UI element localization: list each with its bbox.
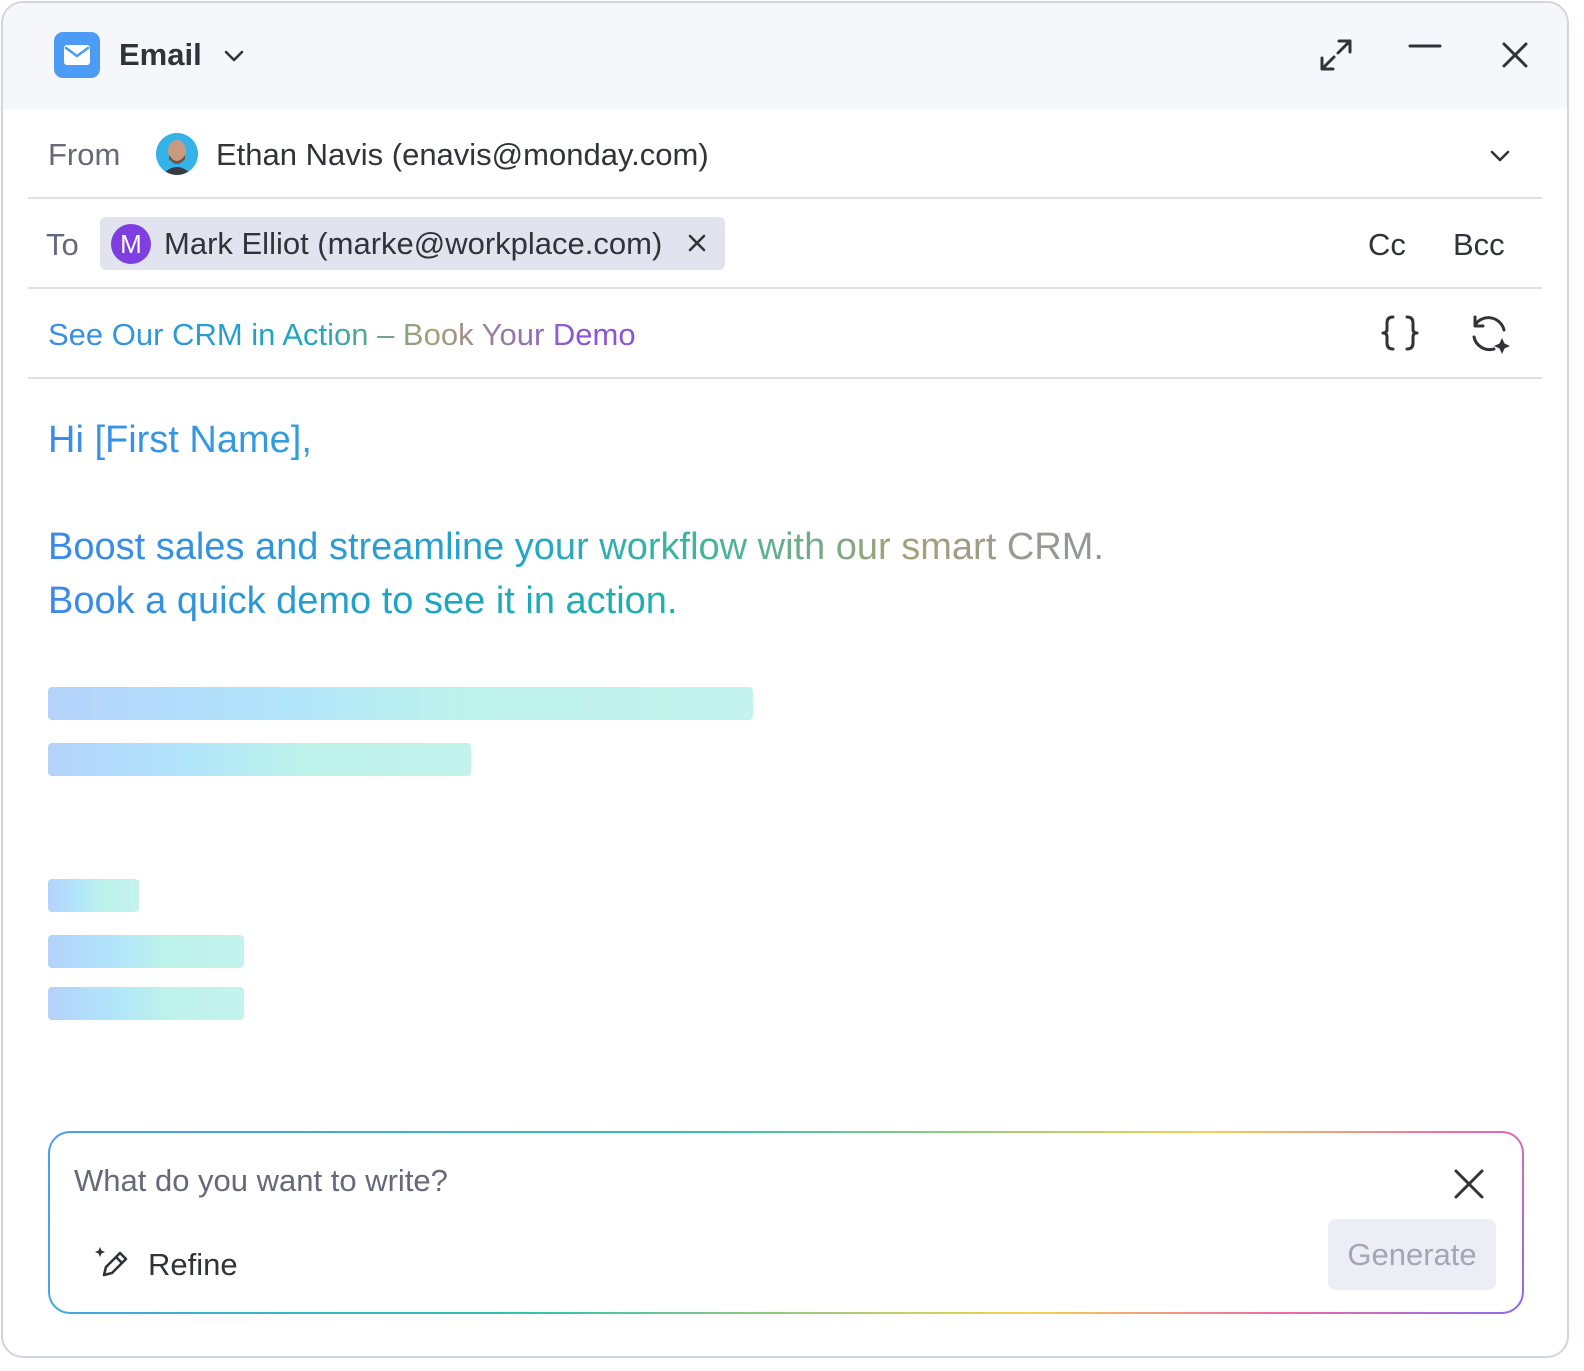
recipient-chip[interactable]: M Mark Elliot (marke@workplace.com) (100, 217, 725, 270)
body-line: Book a quick demo to see it in action. (48, 580, 678, 622)
sender-value: Ethan Navis (enavis@monday.com) (216, 137, 709, 172)
app-title: Email (119, 37, 202, 72)
minimize-icon[interactable] (1403, 33, 1447, 77)
braces-icon[interactable] (1378, 311, 1422, 355)
recipient-label: Mark Elliot (marke@workplace.com) (164, 226, 663, 261)
ai-regenerate-icon[interactable] (1466, 311, 1512, 357)
prompt-inner: Refine Generate (50, 1133, 1522, 1312)
email-compose-window: Email From Ethan Navis (enavis@monday.co… (1, 1, 1569, 1358)
to-row[interactable]: To M Mark Elliot (marke@workplace.com) C… (28, 199, 1542, 289)
prompt-input[interactable] (74, 1161, 1414, 1201)
body-line: Boost sales and streamline your workflow… (48, 526, 1104, 568)
cc-button[interactable]: Cc (1368, 227, 1406, 263)
loading-placeholder (48, 879, 139, 912)
close-prompt-icon[interactable] (1452, 1167, 1486, 1206)
from-row[interactable]: From Ethan Navis (enavis@monday.com) (28, 109, 1542, 199)
chevron-down-icon[interactable] (221, 43, 247, 74)
recipient-avatar: M (111, 224, 151, 264)
subject-line[interactable]: See Our CRM in Action – Book Your Demo (48, 317, 636, 353)
to-label: To (46, 227, 79, 262)
greeting-text: Hi [First Name], (48, 419, 312, 461)
refine-label: Refine (148, 1247, 238, 1282)
ai-prompt-box: Refine Generate (48, 1131, 1524, 1314)
magic-pen-icon (95, 1247, 128, 1277)
loading-placeholder (48, 935, 244, 968)
close-icon[interactable] (1493, 33, 1537, 77)
sender-avatar (156, 133, 198, 175)
loading-placeholder (48, 687, 753, 720)
generate-button[interactable]: Generate (1328, 1219, 1496, 1290)
mail-icon (54, 32, 100, 78)
remove-recipient-icon[interactable] (685, 231, 709, 260)
subject-row[interactable]: See Our CRM in Action – Book Your Demo (28, 289, 1542, 379)
loading-placeholder (48, 987, 244, 1020)
chevron-down-icon[interactable] (1488, 144, 1512, 173)
from-label: From (48, 137, 121, 172)
expand-icon[interactable] (1314, 33, 1358, 77)
loading-placeholder (48, 743, 471, 776)
bcc-button[interactable]: Bcc (1453, 227, 1505, 263)
title-bar: Email (3, 3, 1567, 109)
